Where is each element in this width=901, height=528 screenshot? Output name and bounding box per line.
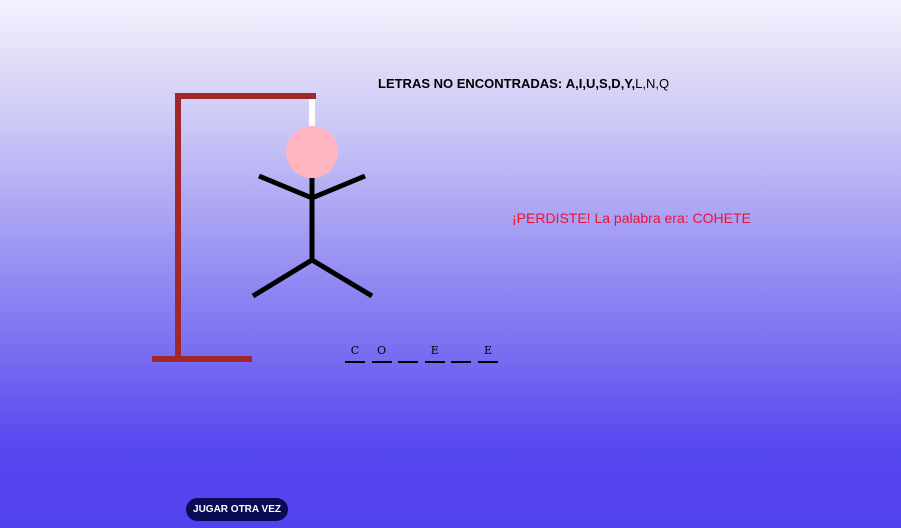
letter-slot: E <box>477 343 498 363</box>
play-again-button[interactable]: JUGAR OTRA VEZ <box>186 498 288 521</box>
figure-head <box>286 126 338 178</box>
figure-left-arm <box>258 173 313 201</box>
result-message: ¡PERDISTE! La palabra era: COHETE <box>512 210 751 226</box>
figure-right-leg <box>310 257 374 299</box>
word-display: C O E E <box>345 343 505 363</box>
letter-slot <box>451 343 472 363</box>
missed-letters-label: LETRAS NO ENCONTRADAS: <box>378 76 563 91</box>
missed-letters-light: L,N,Q <box>635 76 670 91</box>
letter-slot: C <box>345 343 365 363</box>
missed-letters: LETRAS NO ENCONTRADAS: A,I,U,S,D,Y,L,N,Q <box>378 76 669 91</box>
gallows <box>152 93 316 362</box>
missed-letters-bold: A,I,U,S,D,Y, <box>565 76 636 91</box>
figure-right-arm <box>311 173 366 201</box>
letter-slot: O <box>371 343 392 363</box>
figure-left-leg <box>251 257 314 299</box>
stick-figure <box>251 126 374 299</box>
letter-slot <box>398 343 419 363</box>
letter-slot: E <box>424 343 445 363</box>
